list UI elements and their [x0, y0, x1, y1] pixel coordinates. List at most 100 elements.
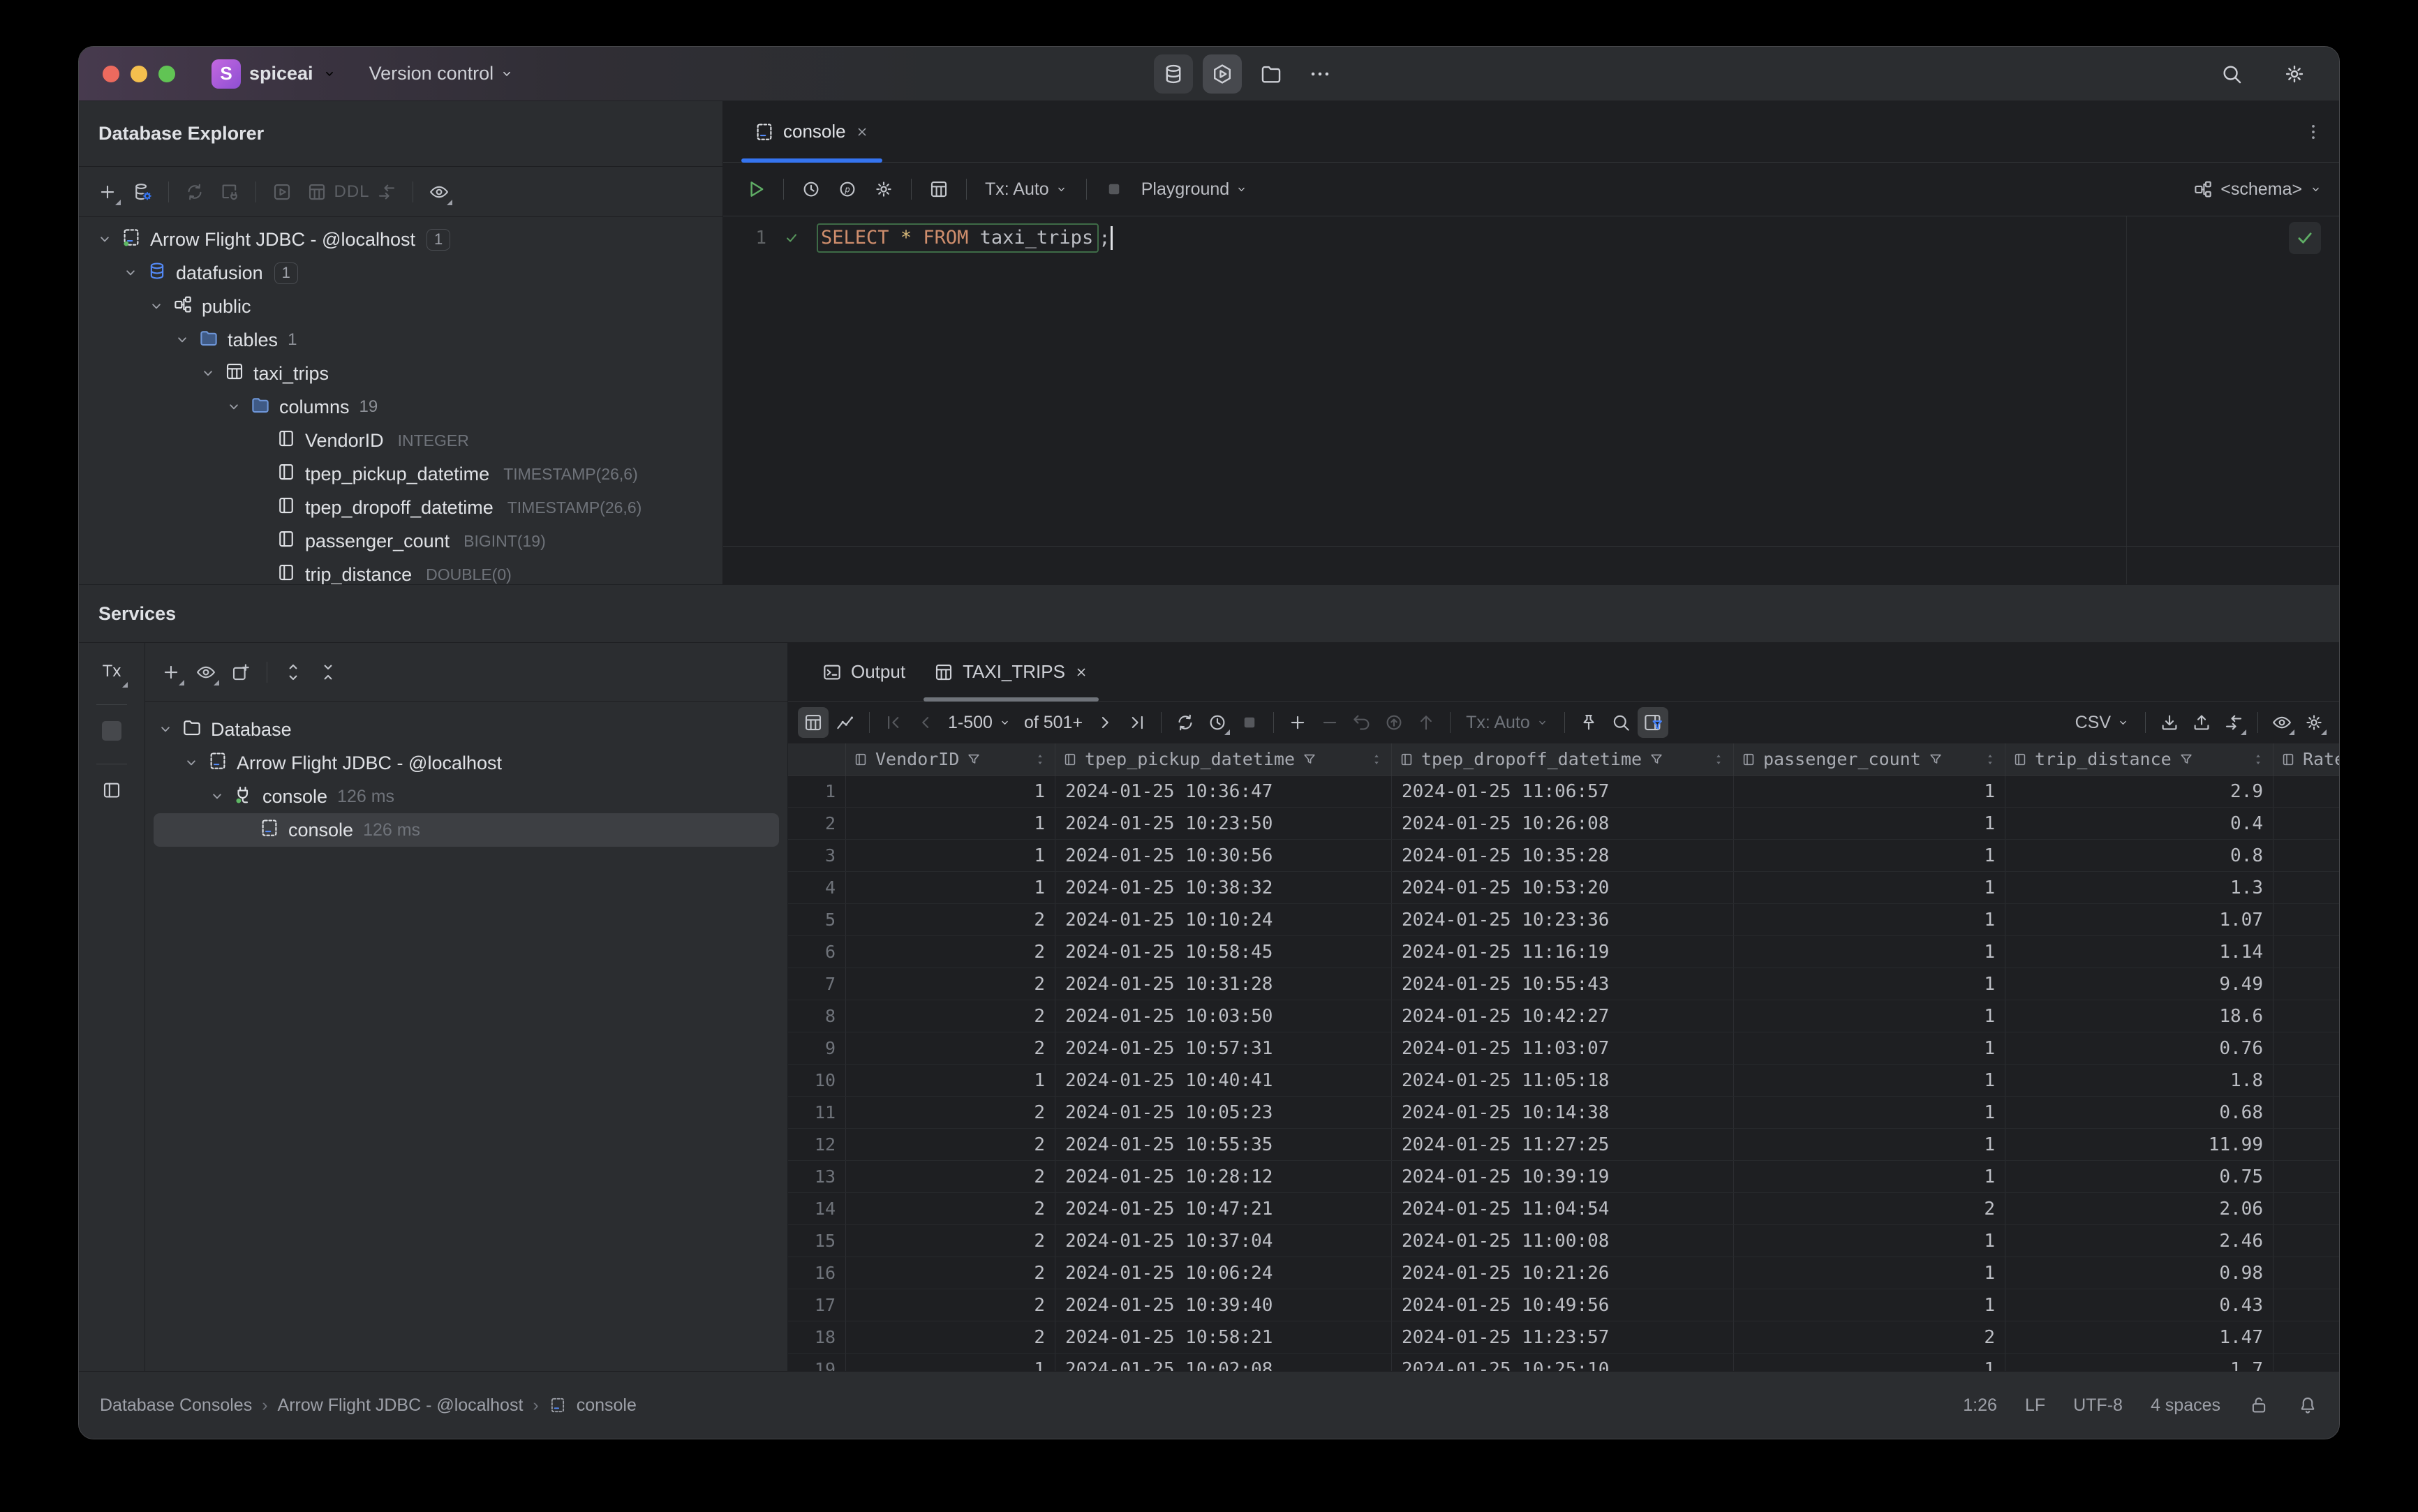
cell[interactable] [2274, 1097, 2339, 1128]
cell[interactable]: 2 [846, 968, 1055, 1000]
auto-refresh-button[interactable] [1202, 707, 1233, 738]
cell[interactable]: 1 [1734, 1097, 2005, 1128]
sort-icon[interactable] [1982, 752, 1998, 767]
tab-taxi-trips[interactable]: TAXI_TRIPS [919, 643, 1103, 702]
fullscreen-window-button[interactable] [158, 65, 175, 82]
cell[interactable]: 2 [846, 936, 1055, 968]
line-number[interactable]: 1 [723, 228, 766, 249]
cell[interactable] [2274, 904, 2339, 935]
cell[interactable]: 18.6 [2005, 1000, 2274, 1032]
explorer-item-tables[interactable]: tables 1 [79, 323, 722, 357]
import-data-button[interactable] [2186, 707, 2217, 738]
cell[interactable]: 2024-01-25 10:58:45 [1055, 936, 1392, 968]
data-source-properties-button[interactable] [126, 176, 158, 208]
cell[interactable]: 2024-01-25 10:42:27 [1392, 1000, 1734, 1032]
cell[interactable]: 2024-01-25 10:21:26 [1392, 1257, 1734, 1289]
cell[interactable]: 2024-01-25 10:39:40 [1055, 1289, 1392, 1321]
cell[interactable] [2274, 1193, 2339, 1224]
stop-query-button[interactable] [1234, 707, 1265, 738]
cell[interactable] [2274, 968, 2339, 1000]
project-selector[interactable]: S spiceai [212, 59, 337, 89]
cell[interactable] [2274, 840, 2339, 871]
sort-icon[interactable] [1369, 752, 1384, 767]
encoding-widget[interactable]: UTF-8 [2073, 1395, 2123, 1416]
cell[interactable]: 2024-01-25 10:26:08 [1392, 808, 1734, 839]
filter-icon[interactable] [2179, 752, 2194, 767]
chevron-down-icon[interactable] [173, 331, 198, 349]
chevron-down-icon[interactable] [208, 787, 233, 806]
cell[interactable]: 2024-01-25 10:14:38 [1392, 1097, 1734, 1128]
cell[interactable]: 2024-01-25 10:40:41 [1055, 1065, 1392, 1096]
query-parameters-button[interactable]: p [831, 173, 863, 205]
breadcrumb-console[interactable]: console [577, 1395, 637, 1416]
cell[interactable]: 0.75 [2005, 1161, 2274, 1192]
column-header-tpep-dropoff-datetime[interactable]: tpep_dropoff_datetime [1392, 743, 1734, 775]
database-tool-button[interactable] [1154, 54, 1193, 94]
cell[interactable]: 2024-01-25 10:37:04 [1055, 1225, 1392, 1257]
add-service-button[interactable] [155, 656, 187, 688]
filter-panel-button[interactable] [1637, 707, 1668, 738]
cell[interactable]: 1 [1734, 936, 2005, 968]
chevron-down-icon[interactable] [225, 398, 250, 416]
revert-selected-button[interactable] [1379, 707, 1409, 738]
stop-button[interactable] [1098, 173, 1130, 205]
console-settings-button[interactable] [868, 173, 900, 205]
cell[interactable]: 1 [846, 1065, 1055, 1096]
cell[interactable]: 1 [1734, 1129, 2005, 1160]
cell[interactable]: 2 [1734, 1193, 2005, 1224]
cell[interactable]: 1 [846, 840, 1055, 871]
cell[interactable]: 2024-01-25 10:47:21 [1055, 1193, 1392, 1224]
cell[interactable]: 1.3 [2005, 872, 2274, 903]
minimize-window-button[interactable] [131, 65, 147, 82]
line-ending-widget[interactable]: LF [2025, 1395, 2045, 1416]
service-item-arrow-flight-jdbc-localhost[interactable]: Arrow Flight JDBC - @localhost [145, 746, 787, 780]
export-data-button[interactable] [2154, 707, 2185, 738]
notifications-icon[interactable] [2297, 1395, 2318, 1416]
breadcrumb-database-consoles[interactable]: Database Consoles [100, 1395, 252, 1416]
cell[interactable]: 1 [1734, 1257, 2005, 1289]
cell[interactable]: 2024-01-25 11:05:18 [1392, 1065, 1734, 1096]
cell[interactable]: 2024-01-25 10:39:19 [1392, 1161, 1734, 1192]
column-header-tpep-pickup-datetime[interactable]: tpep_pickup_datetime [1055, 743, 1392, 775]
breadcrumb-data-source[interactable]: Arrow Flight JDBC - @localhost [278, 1395, 524, 1416]
view-options-button[interactable] [423, 176, 455, 208]
explorer-item-vendorid[interactable]: VendorID INTEGER [79, 424, 722, 457]
cell[interactable]: 1 [1734, 1161, 2005, 1192]
show-options-button[interactable] [190, 656, 222, 688]
cell[interactable]: 2024-01-25 10:35:28 [1392, 840, 1734, 871]
settings-button[interactable] [2275, 54, 2314, 94]
search-everywhere-button[interactable] [2212, 54, 2251, 94]
cell[interactable]: 2 [846, 1257, 1055, 1289]
caret-position-widget[interactable]: 1:26 [1963, 1395, 1997, 1416]
chevron-down-icon[interactable] [156, 720, 181, 739]
cell[interactable]: 2024-01-25 10:58:21 [1055, 1321, 1392, 1353]
cell[interactable]: 2024-01-25 10:23:36 [1392, 904, 1734, 935]
find-button[interactable] [1605, 707, 1636, 738]
cell[interactable]: 1 [846, 808, 1055, 839]
indent-widget[interactable]: 4 spaces [2151, 1395, 2220, 1416]
service-item-console[interactable]: console 126 ms [145, 780, 787, 813]
cell[interactable]: 0.76 [2005, 1032, 2274, 1064]
cell[interactable]: 0.68 [2005, 1097, 2274, 1128]
stop-rail-button[interactable] [93, 712, 131, 750]
statement-executed-gutter-icon[interactable] [766, 230, 817, 246]
cell[interactable]: 1.8 [2005, 1065, 2274, 1096]
cell[interactable]: 2 [846, 1032, 1055, 1064]
cell[interactable]: 1 [1734, 904, 2005, 935]
chevron-down-icon[interactable] [147, 297, 172, 316]
pin-tab-button[interactable] [1573, 707, 1604, 738]
cell[interactable]: 1 [1734, 872, 2005, 903]
cell[interactable]: 2024-01-25 11:16:19 [1392, 936, 1734, 968]
cell[interactable]: 0.98 [2005, 1257, 2274, 1289]
explorer-item-taxi-trips[interactable]: taxi_trips [79, 357, 722, 390]
schema-select[interactable]: <schema> [2193, 179, 2322, 200]
grid-settings-button[interactable] [2299, 707, 2329, 738]
open-table-button[interactable] [301, 176, 333, 208]
cell[interactable] [2274, 1257, 2339, 1289]
cell[interactable]: 2024-01-25 10:02:08 [1055, 1354, 1392, 1371]
collapse-all-button[interactable] [312, 656, 344, 688]
cell[interactable]: 2.9 [2005, 776, 2274, 807]
cell[interactable]: 2024-01-25 11:03:07 [1392, 1032, 1734, 1064]
filter-icon[interactable] [1302, 752, 1317, 767]
cell[interactable] [2274, 1129, 2339, 1160]
